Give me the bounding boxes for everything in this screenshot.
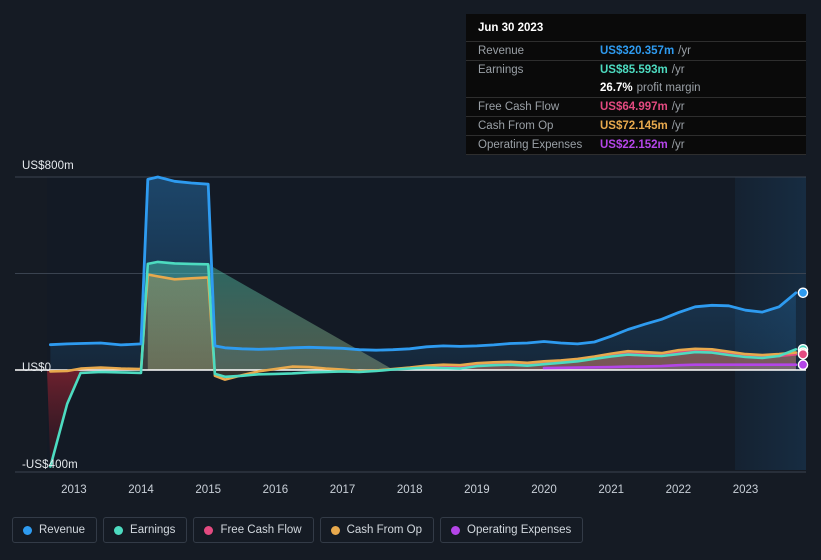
- tooltip-row: Free Cash Flow US$64.997m/yr: [466, 97, 806, 116]
- tooltip-row: Earnings US$85.593m/yr: [466, 60, 806, 79]
- legend-item-label: Free Cash Flow: [220, 524, 302, 536]
- legend-color-dot-icon: [204, 525, 214, 535]
- tooltip-row-unit: /yr: [671, 101, 685, 113]
- legend-item-label: Cash From Op: [346, 524, 423, 536]
- tooltip-row: Operating Expenses US$22.152m/yr: [466, 135, 806, 155]
- tooltip-row-label: Free Cash Flow: [478, 101, 560, 113]
- x-axis-tick: 2013: [61, 484, 87, 496]
- x-axis-tick: 2017: [329, 484, 356, 496]
- legend-color-dot-icon: [114, 525, 124, 535]
- legend-item-revenue[interactable]: Revenue: [12, 517, 98, 543]
- tooltip-rows: Revenue US$320.357m/yr Earnings US$85.593m /…: [466, 41, 806, 155]
- legend-color-dot-icon: [330, 525, 340, 535]
- tooltip-row-unit: /yr: [671, 139, 685, 151]
- legend-item-free-cash-flow[interactable]: Free Cash Flow: [193, 517, 314, 543]
- chart-legend: Revenue Earnings Free Cash Flow Cash From O…: [12, 517, 584, 543]
- tooltip-row-label: Revenue: [478, 45, 525, 57]
- legend-item-cash-from-op[interactable]: Cash From Op: [319, 517, 435, 543]
- tooltip-row-value: US$64.997m: [600, 101, 668, 113]
- tooltip-profit-margin-value: 26.7%: [600, 82, 633, 94]
- x-axis: 2013 2014 2015 2016 2017 2018 2019 2020 2021 2022…: [0, 484, 821, 502]
- endpoint-marker-operating-expenses: [797, 359, 809, 371]
- tooltip-row-value: US$72.145m: [600, 120, 668, 132]
- tooltip-row-label: Cash From Op: [478, 120, 554, 132]
- legend-item-label: Earnings: [130, 524, 176, 536]
- tooltip-row-unit: /yr: [671, 64, 685, 76]
- tooltip-row-unit: /yr: [671, 120, 685, 132]
- tooltip-row: Revenue US$320.357m/yr: [466, 41, 806, 60]
- tooltip-row-label: Operating Expenses: [478, 139, 583, 151]
- x-axis-tick: 2023: [732, 484, 759, 496]
- legend-item-label: Operating Expenses: [467, 524, 572, 536]
- y-axis-label-top: US$800m: [22, 160, 74, 172]
- legend-color-dot-icon: [451, 525, 461, 535]
- x-axis-tick: 2018: [396, 484, 423, 496]
- x-axis-tick: 2021: [598, 484, 624, 496]
- tooltip-row: Cash From Op US$72.145m/yr: [466, 116, 806, 135]
- endpoint-marker-free-cash-flow: [797, 348, 809, 360]
- endpoint-marker-revenue: [797, 287, 809, 299]
- stock-financials-chart-widget: US$800m US$0 -US$400m 2013 2014 2015 2016 20…: [0, 0, 821, 560]
- tooltip-row-unit: /yr: [678, 45, 691, 57]
- x-axis-tick: 2015: [195, 484, 221, 496]
- tooltip-row-value: US$320.357m: [600, 45, 675, 57]
- y-axis-label-zero: US$0: [22, 362, 52, 374]
- legend-item-label: Revenue: [39, 524, 86, 536]
- tooltip-row-value: US$85.593m: [600, 64, 668, 76]
- x-axis-tick: 2016: [262, 484, 289, 496]
- legend-item-operating-expenses[interactable]: Operating Expenses: [440, 517, 584, 543]
- tooltip-profit-margin-label: profit margin: [636, 82, 701, 94]
- tooltip-row-value: US$22.152m: [600, 139, 668, 151]
- x-axis-tick: 2022: [665, 484, 692, 496]
- tooltip-date: Jun 30 2023: [478, 22, 544, 34]
- x-axis-tick: 2014: [128, 484, 154, 496]
- data-tooltip: Jun 30 2023 Revenue US$320.357m/yr Earning…: [466, 14, 806, 155]
- x-axis-tick: 2020: [531, 484, 557, 496]
- y-axis-label-bottom: -US$400m: [22, 459, 78, 471]
- x-axis-tick: 2019: [464, 484, 490, 496]
- legend-color-dot-icon: [23, 525, 32, 535]
- tooltip-row-label: Earnings: [478, 64, 524, 76]
- legend-item-earnings[interactable]: Earnings: [103, 517, 188, 543]
- tooltip-profit-margin-row: 26.7% profit margin: [466, 79, 806, 97]
